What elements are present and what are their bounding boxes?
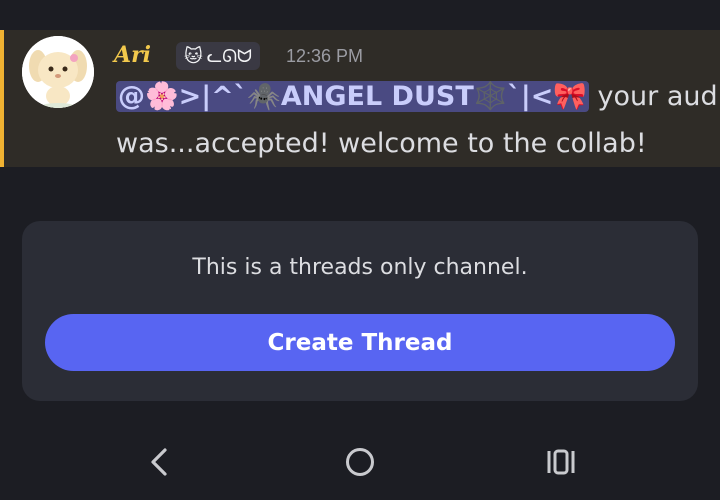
cat-icon: 🐱: [184, 45, 203, 67]
user-mention[interactable]: @🌸>|^`🕷️ANGEL DUST🕸️`|<🎀: [116, 81, 589, 112]
username[interactable]: Ari: [114, 42, 151, 68]
threads-only-notice: This is a threads only channel.: [192, 255, 528, 280]
create-thread-button[interactable]: Create Thread: [45, 314, 675, 371]
message-line-2: was...accepted! welcome to the collab!: [116, 128, 647, 159]
highlighted-message[interactable]: Ari 🐱 ᓚᘏᗢ 12:36 PM @🌸>|^`🕷️ANGEL DUST🕸️`…: [0, 30, 720, 167]
threads-only-card: This is a threads only channel. Create T…: [22, 221, 698, 401]
back-icon[interactable]: [139, 442, 179, 482]
message-text-1: your aud: [588, 81, 718, 112]
home-icon[interactable]: [340, 442, 380, 482]
badge-text: ᓚᘏᗢ: [206, 45, 252, 67]
recents-icon[interactable]: [541, 442, 581, 482]
user-badge: 🐱 ᓚᘏᗢ: [176, 42, 260, 70]
system-nav-bar: [0, 420, 720, 500]
avatar[interactable]: [22, 36, 94, 108]
timestamp: 12:36 PM: [286, 46, 364, 66]
message-line-1: @🌸>|^`🕷️ANGEL DUST🕸️`|<🎀 your aud: [116, 78, 718, 116]
avatar-image: [22, 36, 94, 108]
top-strip: [0, 0, 720, 30]
